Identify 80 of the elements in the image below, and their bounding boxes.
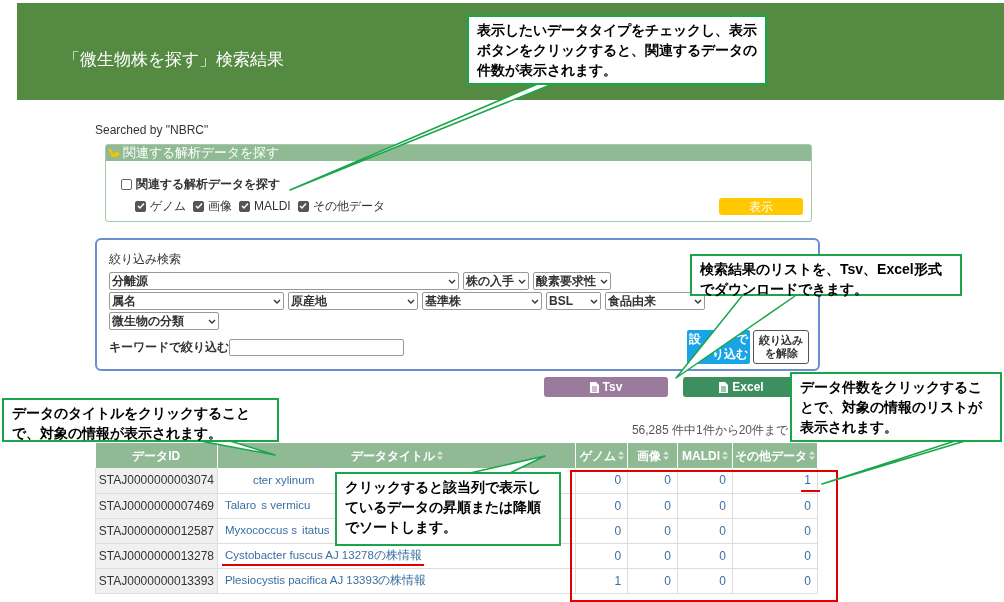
count-link[interactable]: 1 bbox=[804, 473, 811, 488]
count-link[interactable]: 0 bbox=[719, 498, 726, 513]
title-link[interactable]: Cystobacter fuscus AJ 13278の株情報 bbox=[224, 546, 422, 565]
count-link[interactable]: 0 bbox=[804, 573, 811, 588]
count-link[interactable]: 0 bbox=[614, 523, 622, 538]
count-link[interactable]: 1 bbox=[614, 573, 622, 588]
checkbox-label: その他データ bbox=[312, 198, 385, 215]
checkbox[interactable] bbox=[239, 200, 250, 212]
count-link[interactable]: 0 bbox=[719, 473, 726, 488]
checkbox[interactable] bbox=[121, 178, 132, 190]
checkbox-label: 関連する解析データを探す bbox=[136, 176, 280, 193]
dropdown[interactable]: BSL bbox=[546, 292, 601, 310]
chevron-icon bbox=[273, 298, 281, 304]
callout-box: 検索結果のリストを、Tsv、Excel形式でダウンロードできます。 bbox=[690, 254, 962, 296]
checkbox-label: ゲノム bbox=[150, 198, 186, 215]
count-link[interactable]: 0 bbox=[664, 573, 672, 588]
table-cell: STAJ0000000013393 bbox=[95, 568, 218, 593]
dropdown[interactable]: 属名 bbox=[109, 292, 284, 310]
title-link[interactable]: itatus bbox=[302, 521, 330, 540]
clear-filter-button[interactable]: 絞り込み を解除 bbox=[753, 330, 809, 364]
checkbox[interactable] bbox=[135, 200, 146, 212]
count-link[interactable]: 0 bbox=[614, 473, 622, 488]
callout-box: 表示したいデータタイプをチェックし、表示ボタンをクリックすると、関連するデータの件数が表示されます。 bbox=[467, 15, 767, 85]
sort-icon bbox=[662, 451, 669, 460]
file-icon bbox=[589, 381, 599, 393]
chevron-icon bbox=[590, 298, 598, 304]
dropdown[interactable]: 食品由来 bbox=[605, 292, 705, 310]
dropdown[interactable]: 原産地 bbox=[288, 292, 418, 310]
checkbox[interactable] bbox=[297, 200, 309, 212]
title-link[interactable]: Myxococcus s bbox=[224, 521, 298, 540]
count-link[interactable]: 0 bbox=[804, 523, 811, 538]
chevron-icon bbox=[694, 298, 702, 304]
chevron-icon bbox=[531, 298, 539, 304]
searched-by-text: Searched by "NBRC" bbox=[95, 122, 210, 139]
checkbox-label: MALDI bbox=[254, 198, 291, 215]
panel-title: 関連する解析データを探す bbox=[123, 144, 279, 163]
sort-icon bbox=[617, 451, 624, 460]
count-link[interactable]: 0 bbox=[664, 473, 672, 488]
checkbox[interactable] bbox=[193, 200, 204, 212]
title-link[interactable]: cter xylinum bbox=[252, 471, 315, 489]
count-link[interactable]: 0 bbox=[719, 573, 726, 588]
filter-title: 絞り込み検索 bbox=[109, 251, 182, 268]
count-link[interactable]: 0 bbox=[614, 498, 622, 513]
sort-icon bbox=[722, 451, 728, 460]
dropdown[interactable]: 酸素要求性 bbox=[533, 272, 611, 290]
result-count-text: 56,285 件中1件から20件まで bbox=[631, 422, 788, 439]
page-title: 「微生物株を探す」検索結果 bbox=[63, 48, 284, 71]
count-link[interactable]: 0 bbox=[614, 548, 622, 563]
keyword-field[interactable] bbox=[229, 338, 404, 356]
title-link[interactable]: Talaro bbox=[224, 496, 257, 515]
sort-icon bbox=[436, 451, 443, 460]
count-link[interactable]: 0 bbox=[664, 548, 672, 563]
chevron-icon bbox=[448, 278, 456, 284]
count-link[interactable]: 0 bbox=[664, 498, 672, 513]
count-link[interactable]: 0 bbox=[664, 523, 672, 538]
title-link[interactable]: s vermicu bbox=[261, 496, 311, 515]
title-link[interactable]: Plesiocystis pacifica AJ 13393の株情報 bbox=[224, 571, 427, 590]
table-cell: STAJ0000000013278 bbox=[95, 543, 218, 568]
keyword-label: キーワードで絞り込む bbox=[109, 339, 229, 356]
flag-icon bbox=[108, 148, 120, 158]
download-button[interactable]: Tsv bbox=[544, 377, 668, 397]
chevron-icon bbox=[407, 298, 415, 304]
chevron-icon bbox=[518, 278, 526, 284]
chevron-icon bbox=[208, 318, 216, 324]
file-icon bbox=[719, 381, 729, 393]
count-link[interactable]: 0 bbox=[804, 498, 811, 513]
dropdown[interactable]: 基準株 bbox=[422, 292, 542, 310]
underline-mark bbox=[801, 490, 820, 492]
dropdown[interactable]: 株の入手 bbox=[463, 272, 529, 290]
dropdown[interactable]: 分離源 bbox=[109, 272, 459, 290]
count-link[interactable]: 0 bbox=[804, 548, 811, 563]
checkbox-label: 画像 bbox=[208, 198, 232, 215]
dropdown[interactable]: 微生物の分類 bbox=[109, 312, 219, 330]
table-cell: STAJ0000000007469 bbox=[95, 493, 218, 518]
table-cell: STAJ0000000003074 bbox=[95, 468, 218, 493]
table-cell: STAJ0000000012587 bbox=[95, 518, 218, 543]
sort-icon bbox=[809, 451, 815, 460]
chevron-icon bbox=[600, 278, 608, 284]
count-link[interactable]: 0 bbox=[719, 548, 726, 563]
count-link[interactable]: 0 bbox=[719, 523, 726, 538]
